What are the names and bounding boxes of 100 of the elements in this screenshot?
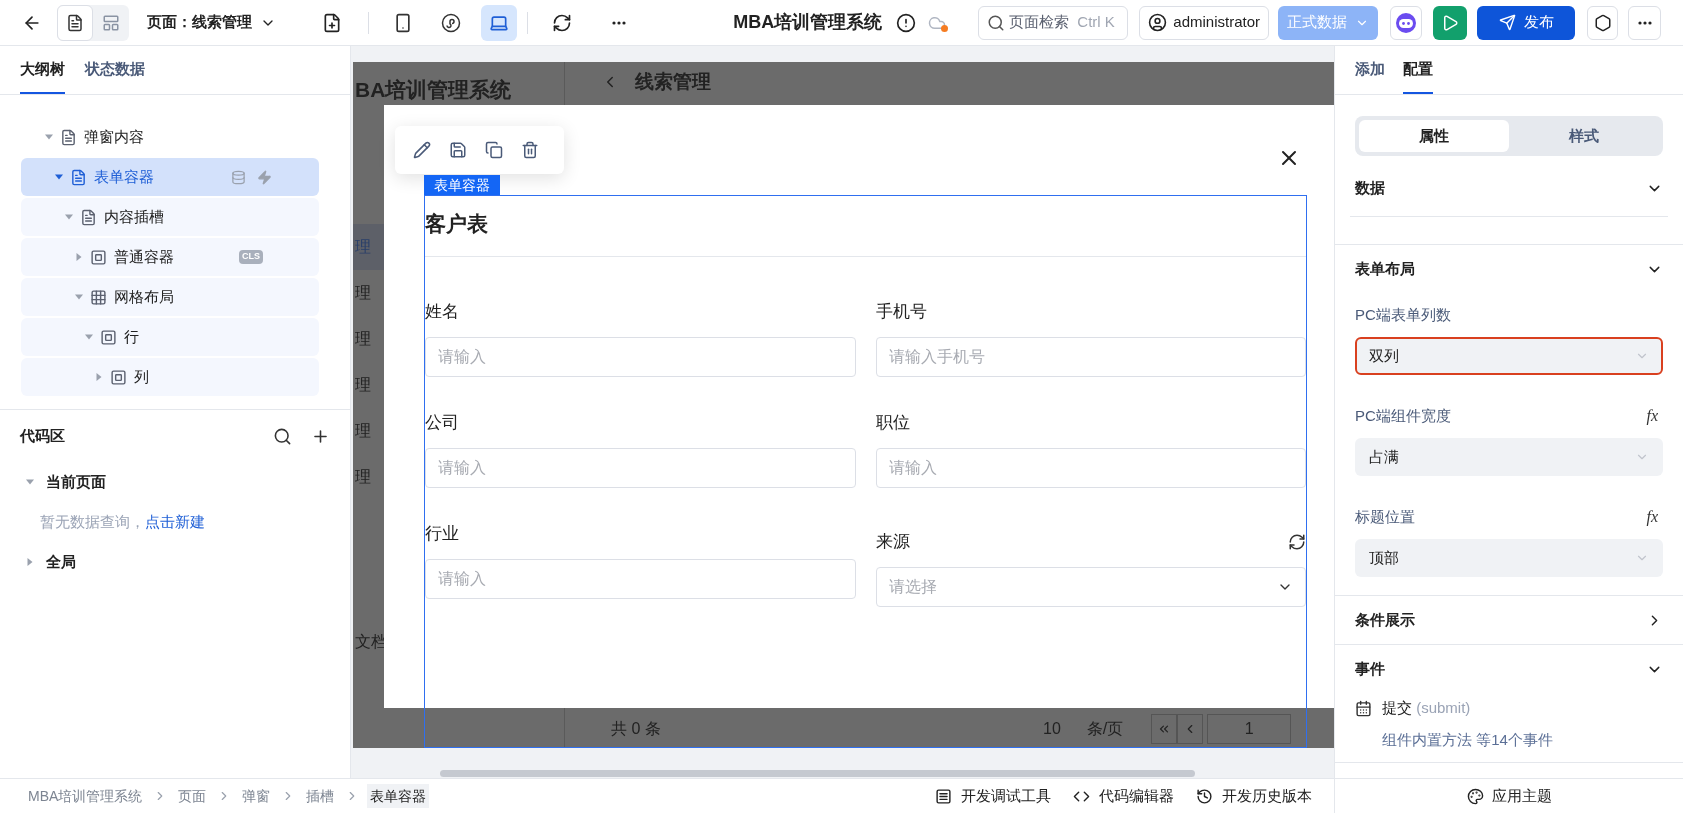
- field-label: 姓名: [425, 301, 459, 324]
- container-icon: [110, 368, 127, 386]
- edit-icon[interactable]: [413, 141, 431, 159]
- caret-icon[interactable]: [26, 478, 34, 486]
- setting-label: PC端组件宽度: [1355, 405, 1451, 426]
- class-tag: CLS: [239, 250, 263, 264]
- panel-tab[interactable]: 添加: [1355, 57, 1385, 94]
- refresh-icon[interactable]: [552, 12, 572, 33]
- dev-tool-button[interactable]: 开发调试工具: [935, 784, 1051, 808]
- view-mode-button[interactable]: [57, 4, 93, 41]
- device-button[interactable]: [481, 4, 517, 41]
- more-icon[interactable]: [612, 20, 626, 25]
- input-field[interactable]: 请输入: [425, 559, 856, 599]
- create-link[interactable]: 点击新建: [145, 510, 205, 534]
- event-summary[interactable]: 组件内置方法 等14个事件: [1355, 729, 1663, 752]
- form-title: 客户表: [425, 211, 489, 237]
- setting-select[interactable]: 双列: [1355, 337, 1663, 375]
- phone-icon: [393, 12, 413, 33]
- user-icon: [1148, 13, 1168, 32]
- tree-item[interactable]: 网格布局: [21, 278, 319, 316]
- code-group[interactable]: 全局: [0, 542, 350, 582]
- app-title: BA培训管理系统: [354, 77, 513, 100]
- breadcrumb-item[interactable]: 表单容器: [367, 784, 430, 808]
- settings-icon: [1593, 13, 1612, 32]
- palette-icon: [1466, 787, 1484, 805]
- field-label: 来源: [875, 531, 910, 554]
- page-selector[interactable]: 页面：线索管理: [147, 11, 276, 34]
- search-icon[interactable]: [273, 426, 292, 446]
- container-icon: [90, 248, 107, 266]
- caret-icon[interactable]: [26, 558, 34, 566]
- setting-select[interactable]: 占满: [1355, 438, 1663, 476]
- shortcut-hint: Ctrl K: [1077, 12, 1115, 33]
- formula-icon[interactable]: fx: [1646, 404, 1658, 428]
- document-icon: [66, 13, 84, 32]
- input-field[interactable]: 请输入: [875, 448, 1306, 488]
- play-icon: [1441, 13, 1459, 32]
- caret-icon[interactable]: [55, 173, 63, 181]
- input-field[interactable]: 请输入手机号: [875, 337, 1306, 377]
- panel-tab[interactable]: 状态数据: [85, 57, 145, 94]
- lightning-icon: [257, 169, 272, 185]
- database-icon: [231, 169, 246, 185]
- event-name: 提交 (submit): [1382, 697, 1471, 718]
- robot-icon: [1395, 11, 1417, 34]
- add-page-icon[interactable]: [322, 12, 342, 33]
- publish-button[interactable]: 发布: [1477, 5, 1575, 40]
- breadcrumb-item[interactable]: 插槽: [303, 784, 338, 808]
- first-page-button[interactable]: [1151, 714, 1178, 744]
- input-field[interactable]: 请输入: [425, 337, 856, 377]
- save-icon[interactable]: [449, 141, 467, 159]
- user-button[interactable]: administrator: [1139, 5, 1269, 40]
- settings-button[interactable]: [1587, 5, 1618, 40]
- code-group[interactable]: 当前页面: [0, 462, 350, 502]
- page-size-unit: 条/页: [1086, 719, 1124, 739]
- tree-item[interactable]: 表单容器: [21, 158, 319, 196]
- panel-tab[interactable]: 大纲树: [20, 57, 65, 94]
- form-icon: [70, 168, 87, 186]
- section-header[interactable]: 数据: [1355, 164, 1663, 212]
- app-title: MBA培训管理系统: [733, 11, 883, 34]
- assistant-button[interactable]: [1390, 5, 1422, 40]
- breadcrumb-item[interactable]: MBA培训管理系统: [25, 784, 146, 808]
- form-icon: [60, 128, 77, 146]
- empty-hint: 暂无数据查询，: [40, 511, 145, 532]
- search-icon[interactable]: [987, 13, 1006, 32]
- dev-tool-button[interactable]: 开发历史版本: [1196, 784, 1312, 808]
- search-input[interactable]: 页面检索: [1009, 11, 1074, 34]
- scrollbar[interactable]: [440, 770, 1195, 777]
- theme-button[interactable]: 应用主题: [1466, 784, 1552, 808]
- tree-item[interactable]: 弹窗内容: [21, 118, 319, 156]
- dev-tool-button[interactable]: 代码编辑器: [1073, 784, 1174, 808]
- selection-tag: 表单容器: [424, 175, 500, 195]
- paper-plane-icon: [1498, 14, 1516, 31]
- field-label: 手机号: [875, 301, 927, 324]
- breadcrumb-item[interactable]: 页面: [175, 784, 210, 808]
- page-title: 线索管理: [635, 69, 711, 94]
- tree-item[interactable]: 普通容器 CLS: [21, 238, 319, 276]
- formula-icon[interactable]: fx: [1646, 505, 1658, 529]
- tree-item[interactable]: 列: [21, 358, 319, 396]
- segment-tab[interactable]: 属性: [1359, 120, 1509, 152]
- setting-select[interactable]: 顶部: [1355, 539, 1663, 577]
- delete-icon[interactable]: [521, 141, 539, 159]
- caret-icon[interactable]: [45, 133, 53, 141]
- container-icon: [100, 328, 117, 346]
- input-field[interactable]: 请输入: [425, 448, 856, 488]
- more-icon: [1637, 20, 1652, 25]
- refresh-icon[interactable]: [1288, 533, 1306, 551]
- field-label: 行业: [425, 523, 459, 546]
- calendar-icon: [1355, 699, 1372, 717]
- preview-button[interactable]: [1433, 5, 1467, 40]
- section-header[interactable]: 事件: [1355, 645, 1663, 693]
- panel-tab[interactable]: 配置: [1403, 57, 1433, 94]
- tree-item[interactable]: 行: [21, 318, 319, 356]
- breadcrumb-item[interactable]: 弹窗: [239, 784, 274, 808]
- section-header[interactable]: 条件展示: [1355, 596, 1663, 644]
- link-circle-icon: [441, 12, 461, 33]
- copy-icon[interactable]: [485, 141, 503, 159]
- field-label: 职位: [875, 412, 910, 435]
- segment-tab[interactable]: 样式: [1509, 120, 1659, 152]
- info-icon[interactable]: [896, 12, 917, 33]
- section-header[interactable]: 表单布局: [1355, 245, 1663, 293]
- tree-item[interactable]: 内容插槽: [21, 198, 319, 236]
